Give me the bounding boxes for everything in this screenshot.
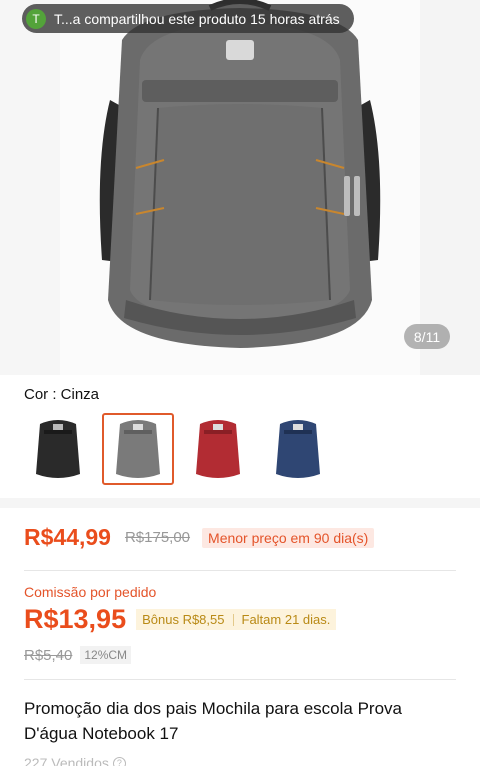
color-options xyxy=(22,413,334,485)
avatar: T xyxy=(26,8,46,29)
lowest-price-badge: Menor preço em 90 dia(s) xyxy=(202,527,375,548)
color-option-navy[interactable] xyxy=(262,413,334,485)
old-commission: R$5,40 xyxy=(24,646,73,664)
commission-value: R$13,95 xyxy=(24,604,127,634)
backpack-black-thumbnail xyxy=(36,420,80,478)
image-background-right xyxy=(420,0,480,375)
bonus-separator xyxy=(232,613,234,626)
shared-by-pill[interactable]: T T...a compartilhou este produto 15 hor… xyxy=(22,4,354,33)
commission-rate-row: R$5,40 12%CM xyxy=(24,646,132,664)
backpack-red-thumbnail xyxy=(196,420,240,478)
product-image-gallery[interactable]: T T...a compartilhou este produto 15 hor… xyxy=(0,0,480,375)
backpack-navy-thumbnail xyxy=(276,420,320,478)
original-price: R$175,00 xyxy=(124,529,191,546)
image-counter: 8/11 xyxy=(404,324,450,349)
divider xyxy=(24,570,456,571)
bonus-remaining: Faltam 21 dias. xyxy=(241,612,331,627)
commission-label: Comissão por pedido xyxy=(24,584,157,600)
sold-count: 227 Vendidos ? xyxy=(24,755,126,766)
product-title: Promoção dia dos pais Mochila para escol… xyxy=(24,699,402,743)
commission-rate-badge: 12%CM xyxy=(80,646,132,664)
section-divider xyxy=(0,498,480,508)
divider xyxy=(24,679,456,680)
color-option-red[interactable] xyxy=(182,413,254,485)
color-option-black[interactable] xyxy=(22,413,94,485)
color-option-gray[interactable] xyxy=(102,413,174,485)
backpack-image xyxy=(99,0,381,348)
shared-by-text: T...a compartilhou este produto 15 horas… xyxy=(54,10,340,27)
bonus-badge: Bônus R$8,55 Faltam 21 dias. xyxy=(136,609,337,630)
bonus-amount: Bônus R$8,55 xyxy=(142,612,225,627)
help-icon[interactable]: ? xyxy=(112,756,126,766)
color-label: Cor : Cinza xyxy=(24,386,100,403)
commission-row: R$13,95 Bônus R$8,55 Faltam 21 dias. xyxy=(24,604,337,635)
current-price: R$44,99 xyxy=(24,524,111,550)
price-row: R$44,99 R$175,00 Menor preço em 90 dia(s… xyxy=(24,524,375,551)
image-background-left xyxy=(0,0,60,375)
sold-text: 227 Vendidos xyxy=(24,755,109,766)
backpack-gray-thumbnail xyxy=(116,420,160,478)
